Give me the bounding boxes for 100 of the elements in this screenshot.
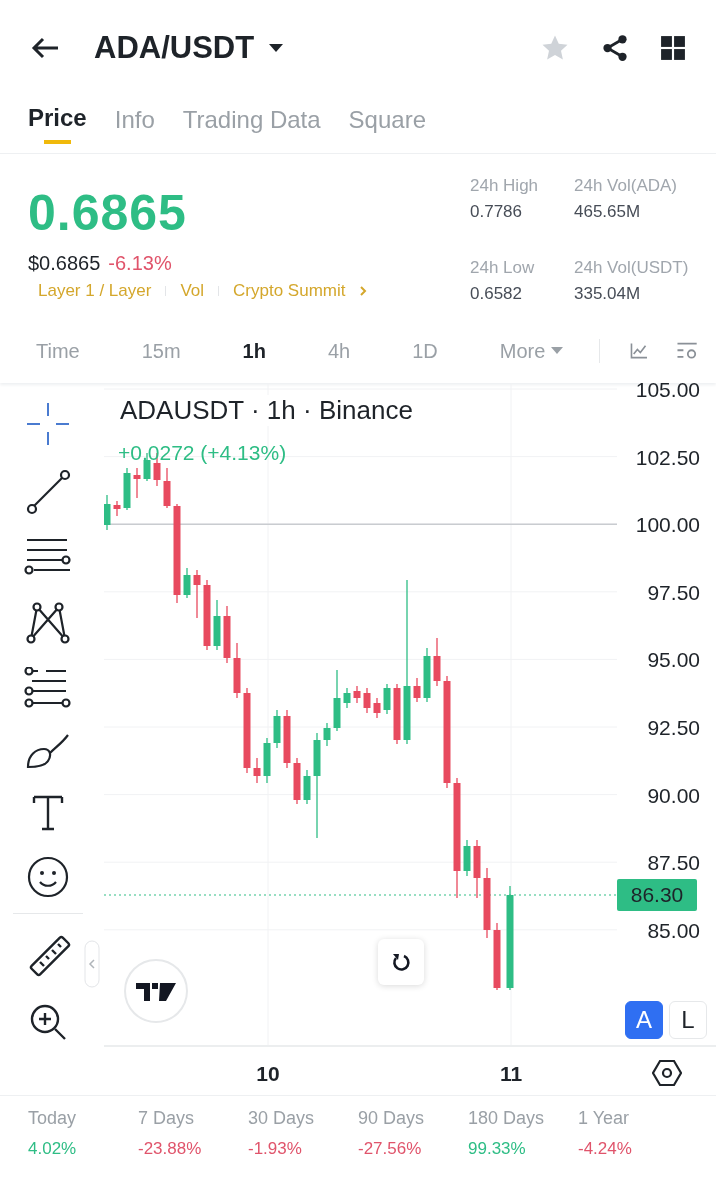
zoom-in-icon[interactable] bbox=[28, 1002, 68, 1042]
candle bbox=[193, 569, 201, 619]
candle bbox=[183, 567, 191, 599]
stat-label: 24h High bbox=[470, 176, 540, 196]
candle bbox=[113, 500, 121, 517]
grid-icon[interactable] bbox=[660, 35, 686, 61]
candle bbox=[253, 757, 261, 784]
back-icon[interactable] bbox=[30, 36, 60, 60]
chart-title: ADAUSDT · 1h · Binance bbox=[120, 395, 413, 426]
candle bbox=[223, 605, 231, 664]
period-label: 1 Year bbox=[578, 1108, 631, 1129]
candle bbox=[133, 467, 141, 499]
y-axis-label: 90.00 bbox=[647, 783, 700, 807]
candle bbox=[123, 467, 131, 511]
last-price: 0.6865 bbox=[28, 184, 188, 242]
timeframe-tab[interactable]: 1D bbox=[400, 339, 450, 363]
period-change: 4.02% bbox=[28, 1139, 78, 1159]
candle bbox=[423, 647, 431, 703]
stat-label: 24h Vol(ADA) bbox=[574, 176, 678, 196]
candle bbox=[343, 687, 351, 709]
tag-link[interactable]: Crypto Summit bbox=[233, 281, 346, 301]
caret-icon[interactable] bbox=[268, 43, 285, 53]
period-label: 7 Days bbox=[138, 1108, 196, 1129]
tab[interactable]: Info bbox=[114, 96, 155, 144]
caret-icon bbox=[551, 347, 564, 355]
y-axis-label: 92.50 bbox=[647, 716, 700, 739]
candle bbox=[283, 709, 291, 769]
pattern-icon[interactable] bbox=[25, 601, 71, 645]
candle bbox=[273, 709, 281, 749]
tab[interactable]: Square bbox=[348, 96, 426, 144]
pair-title[interactable]: ADA/USDT bbox=[94, 30, 255, 66]
x-axis-label: 10 bbox=[256, 1062, 280, 1085]
period-label: 180 Days bbox=[468, 1108, 546, 1129]
y-axis-label: 102.50 bbox=[635, 445, 700, 469]
period-label: 90 Days bbox=[358, 1108, 426, 1129]
share-icon[interactable] bbox=[600, 33, 630, 63]
chart-change: +0.0272 (+4.13%) bbox=[118, 441, 287, 465]
timeframe-tab[interactable]: 1h bbox=[230, 339, 278, 363]
candle bbox=[393, 683, 401, 745]
stat-label: 24h Low bbox=[470, 257, 536, 278]
candle bbox=[213, 599, 221, 651]
period-change: -4.24% bbox=[578, 1139, 633, 1159]
timeframe-tab[interactable]: 15m bbox=[129, 339, 193, 363]
candle bbox=[473, 839, 481, 899]
stat-value: 335.04M bbox=[574, 283, 642, 304]
usd-price: $0.6865 bbox=[28, 252, 101, 275]
period-label: 30 Days bbox=[248, 1108, 316, 1129]
period-change: 99.33% bbox=[468, 1139, 527, 1159]
last-price-tag: 86.30 bbox=[617, 879, 697, 911]
candle bbox=[263, 737, 271, 784]
candle bbox=[463, 839, 471, 877]
stat-value: 0.6582 bbox=[470, 283, 523, 304]
y-axis-label: 87.50 bbox=[647, 851, 700, 875]
fibonacci-icon[interactable] bbox=[24, 667, 72, 709]
candle bbox=[433, 637, 441, 687]
y-axis-label: 85.00 bbox=[647, 918, 700, 942]
candle bbox=[163, 467, 171, 509]
tag-link[interactable]: Layer 1 / Layer bbox=[38, 281, 152, 301]
scale-mode-button[interactable]: A bbox=[625, 1001, 663, 1039]
candle bbox=[383, 683, 391, 715]
candle bbox=[293, 757, 301, 805]
candle bbox=[303, 769, 311, 805]
scale-mode-button[interactable]: L bbox=[669, 1001, 707, 1039]
settings-icon[interactable] bbox=[652, 1059, 682, 1087]
collapse-handle[interactable] bbox=[84, 940, 100, 988]
tag-link[interactable]: Vol bbox=[180, 281, 205, 301]
crosshair-icon[interactable] bbox=[25, 401, 71, 447]
y-axis-label: 105.00 bbox=[635, 383, 700, 401]
tab[interactable]: Trading Data bbox=[182, 96, 321, 144]
candle bbox=[483, 867, 491, 939]
candle bbox=[413, 677, 421, 703]
timeframe-tab[interactable]: 4h bbox=[315, 339, 363, 363]
tab[interactable]: Price bbox=[28, 96, 87, 144]
x-axis-label: 11 bbox=[499, 1062, 523, 1085]
period-change: -27.56% bbox=[358, 1139, 423, 1159]
candle bbox=[333, 669, 341, 732]
candle bbox=[353, 685, 361, 704]
trend-line-icon[interactable] bbox=[25, 469, 71, 515]
y-axis-label: 97.50 bbox=[647, 580, 700, 604]
stat-value: 465.65M bbox=[574, 202, 642, 222]
candle bbox=[363, 687, 371, 714]
stat-label: 24h Vol(USDT) bbox=[574, 257, 690, 278]
reset-button[interactable] bbox=[378, 939, 424, 985]
candle bbox=[323, 722, 331, 747]
candle bbox=[104, 494, 111, 531]
y-axis-label: 100.00 bbox=[635, 513, 700, 537]
timeframe-tab[interactable]: Time bbox=[24, 339, 92, 363]
more-button[interactable]: More bbox=[487, 339, 576, 363]
y-axis-label: 95.00 bbox=[647, 648, 700, 672]
period-change: -23.88% bbox=[138, 1139, 203, 1159]
period-change: -1.93% bbox=[248, 1139, 303, 1159]
candle bbox=[373, 697, 381, 719]
text-tool-icon[interactable] bbox=[30, 793, 66, 833]
candle bbox=[493, 922, 501, 991]
price-change: -6.13% bbox=[108, 252, 172, 275]
period-label: Today bbox=[28, 1108, 78, 1129]
candle bbox=[203, 579, 211, 651]
smiley-icon[interactable] bbox=[26, 855, 70, 899]
logo-icon bbox=[124, 959, 188, 1023]
candle bbox=[233, 642, 241, 699]
